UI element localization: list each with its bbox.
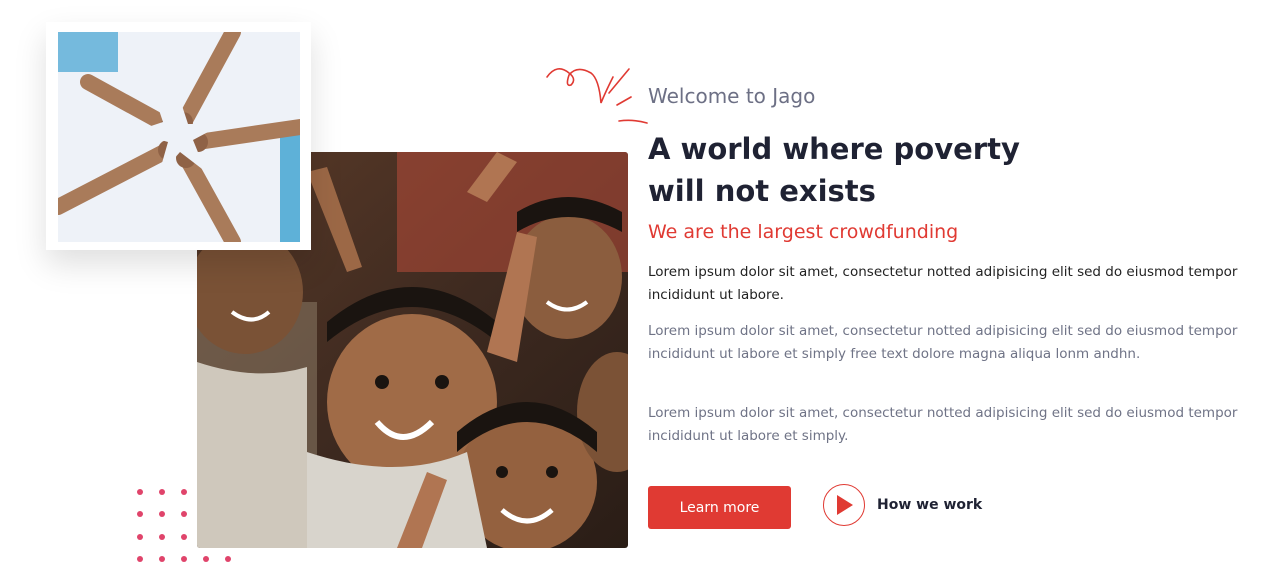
body-paragraph: Lorem ipsum dolor sit amet, consectetur … [648, 323, 1238, 362]
hands-star-photo [58, 32, 300, 242]
headline-prefix: A world where [648, 132, 894, 166]
doodle-decoration [546, 68, 648, 124]
photo-frame [46, 22, 311, 250]
body-paragraph: Lorem ipsum dolor sit amet, consectetur … [648, 405, 1238, 444]
subheading: We are the largest crowdfunding [648, 221, 959, 243]
how-we-work-label: How we work [877, 497, 983, 513]
how-we-work-link[interactable]: How we work [823, 483, 982, 527]
page-title: A world where poverty will not exists [648, 128, 1022, 212]
headline-highlight: poverty [893, 128, 1022, 170]
intro-paragraph: Lorem ipsum dolor sit amet, consectetur … [648, 264, 1238, 303]
headline-line2: will not exists [648, 174, 876, 208]
welcome-tagline: Welcome to Jago [648, 84, 816, 108]
learn-more-button[interactable]: Learn more [648, 486, 791, 529]
play-icon[interactable] [823, 484, 865, 526]
